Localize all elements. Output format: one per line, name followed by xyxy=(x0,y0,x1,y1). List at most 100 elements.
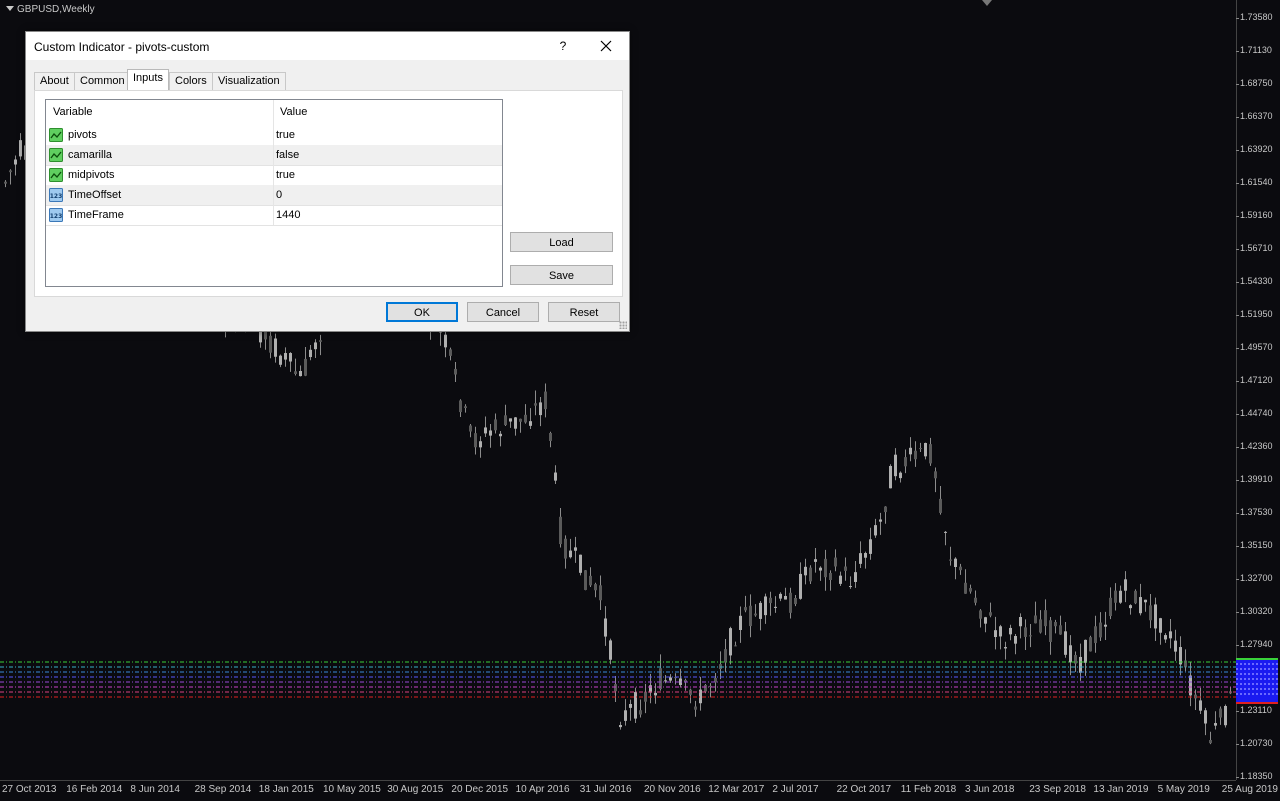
dialog-title: Custom Indicator - pivots-custom xyxy=(34,40,210,54)
candle xyxy=(1004,641,1007,660)
candle xyxy=(479,436,482,458)
candle xyxy=(914,441,917,467)
chart-shift-marker-icon[interactable] xyxy=(982,0,992,6)
bool-icon xyxy=(49,128,63,142)
table-row[interactable]: pivots true xyxy=(46,125,502,146)
candle xyxy=(894,448,897,481)
time-tick-label: 10 May 2015 xyxy=(323,784,381,795)
variable-name: camarilla xyxy=(68,149,113,161)
save-button[interactable]: Save xyxy=(510,265,613,285)
candle xyxy=(279,354,282,368)
tab-common[interactable]: Common xyxy=(74,72,131,90)
variable-value[interactable]: 1440 xyxy=(276,209,300,221)
time-tick-label: 25 Aug 2019 xyxy=(1221,784,1278,795)
column-divider[interactable] xyxy=(273,100,274,126)
column-header-value[interactable]: Value xyxy=(280,106,307,118)
candle xyxy=(314,339,317,358)
variable-value[interactable]: true xyxy=(276,169,295,181)
candle xyxy=(769,591,772,616)
candle xyxy=(899,471,902,483)
time-axis[interactable]: 27 Oct 2013 16 Feb 2014 8 Jun 2014 28 Sep 2… xyxy=(0,780,1278,801)
table-row[interactable]: 123 TimeFrame 1440 xyxy=(46,205,502,226)
close-button[interactable] xyxy=(591,34,621,58)
candle xyxy=(814,547,817,573)
current-price-box xyxy=(1236,658,1278,704)
resize-grip-icon[interactable] xyxy=(619,321,627,329)
candle xyxy=(764,593,767,624)
tab-inputs[interactable]: Inputs xyxy=(127,69,169,90)
price-tick-label: 1.49570 xyxy=(1236,342,1273,352)
candle xyxy=(924,442,927,460)
candle xyxy=(944,531,947,546)
candle xyxy=(459,399,462,418)
candle xyxy=(534,390,537,416)
candle xyxy=(864,551,867,569)
price-tick-label: 1.73580 xyxy=(1236,12,1273,22)
tab-visualization[interactable]: Visualization xyxy=(212,72,286,90)
candle xyxy=(1229,686,1232,695)
candle xyxy=(614,675,617,703)
load-button[interactable]: Load xyxy=(510,232,613,252)
candle xyxy=(499,430,502,447)
candle xyxy=(259,329,262,348)
candle xyxy=(739,606,742,643)
candle xyxy=(779,592,782,602)
column-header-variable[interactable]: Variable xyxy=(53,106,93,118)
candle xyxy=(799,562,802,600)
candle xyxy=(1124,571,1127,603)
candle xyxy=(964,569,967,594)
candle xyxy=(1159,617,1162,645)
tab-about[interactable]: About xyxy=(34,72,75,90)
time-tick-label: 30 Aug 2015 xyxy=(387,784,444,795)
candle xyxy=(589,567,592,588)
candle xyxy=(794,594,797,607)
candle xyxy=(834,549,837,572)
candle xyxy=(574,536,577,563)
table-row[interactable]: midpivots true xyxy=(46,165,502,186)
candle xyxy=(919,442,922,452)
candle xyxy=(529,408,532,430)
candle xyxy=(759,601,762,631)
candle xyxy=(319,334,322,356)
table-row[interactable]: camarilla false xyxy=(46,145,502,166)
variable-name: TimeFrame xyxy=(68,209,124,221)
tab-colors[interactable]: Colors xyxy=(169,72,213,90)
cancel-button[interactable]: Cancel xyxy=(467,302,539,322)
candle xyxy=(809,565,812,584)
variable-value[interactable]: true xyxy=(276,129,295,141)
candle xyxy=(514,416,517,436)
candle xyxy=(594,582,597,598)
candle xyxy=(754,604,757,617)
candle xyxy=(634,687,637,724)
candle xyxy=(569,538,572,559)
candle xyxy=(274,333,277,363)
variable-value[interactable]: 0 xyxy=(276,189,282,201)
candle xyxy=(989,602,992,618)
dialog-title-bar[interactable]: Custom Indicator - pivots-custom ? xyxy=(26,32,629,60)
candle xyxy=(1154,597,1157,641)
ok-button[interactable]: OK xyxy=(386,302,458,322)
candle xyxy=(694,700,697,717)
candle xyxy=(789,587,792,619)
table-row[interactable]: 123 TimeOffset 0 xyxy=(46,185,502,206)
candle xyxy=(1129,604,1132,615)
candle xyxy=(849,576,852,589)
time-tick-label: 20 Nov 2016 xyxy=(644,784,701,795)
candle xyxy=(999,624,1002,650)
variable-value[interactable]: false xyxy=(276,149,299,161)
price-tick-label: 1.47120 xyxy=(1236,375,1273,385)
reset-button[interactable]: Reset xyxy=(548,302,620,322)
inputs-tab-panel: Variable Value pivots true camarilla fal… xyxy=(34,90,623,297)
time-tick-label: 23 Sep 2018 xyxy=(1029,784,1086,795)
candle xyxy=(539,397,542,427)
variable-name: midpivots xyxy=(68,169,115,181)
table-header: Variable Value xyxy=(46,100,502,126)
candle xyxy=(1064,621,1067,658)
time-tick-label: 22 Oct 2017 xyxy=(836,784,892,795)
svg-text:123: 123 xyxy=(50,193,63,200)
chart-symbol-label: GBPUSD,Weekly xyxy=(6,4,95,15)
candle xyxy=(869,527,872,560)
help-button[interactable]: ? xyxy=(553,36,573,56)
candle xyxy=(549,431,552,448)
candle xyxy=(1059,615,1062,635)
